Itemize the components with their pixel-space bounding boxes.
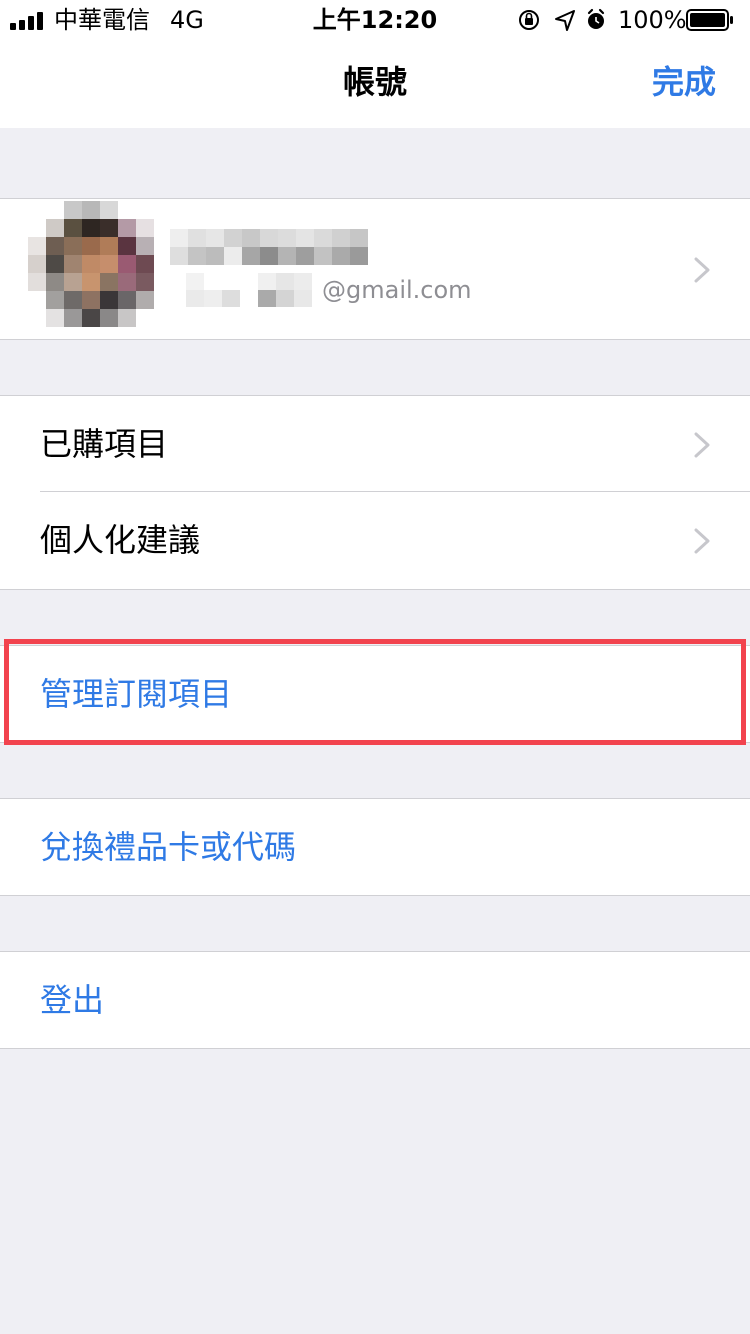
redeem-group: 兌換禮品卡或代碼 <box>0 798 750 896</box>
manage-subscriptions-cell[interactable]: 管理訂閱項目 <box>0 646 750 742</box>
personalized-recommendations-cell[interactable]: 個人化建議 <box>0 492 750 588</box>
account-email: @gmail.com <box>186 273 472 307</box>
personalized-recommendations-label: 個人化建議 <box>40 521 201 559</box>
sign-out-label: 登出 <box>40 981 105 1019</box>
page-title: 帳號 <box>342 63 407 101</box>
purchases-group: 已購項目 個人化建議 <box>0 395 750 590</box>
battery-icon <box>686 9 733 31</box>
subscriptions-group: 管理訂閱項目 <box>0 645 750 743</box>
chevron-right-icon <box>694 432 710 458</box>
account-name <box>170 229 368 265</box>
redeem-gift-card-label: 兌換禮品卡或代碼 <box>40 828 297 866</box>
status-icons <box>519 8 605 31</box>
location-icon <box>555 10 575 31</box>
email-domain: @gmail.com <box>322 276 472 304</box>
navigation-bar: 帳號 完成 <box>0 40 750 128</box>
account-cell[interactable]: @gmail.com <box>0 199 750 339</box>
manage-subscriptions-label: 管理訂閱項目 <box>40 675 233 713</box>
redeem-gift-card-cell[interactable]: 兌換禮品卡或代碼 <box>0 799 750 895</box>
purchased-items-label: 已購項目 <box>40 425 169 463</box>
purchased-items-cell[interactable]: 已購項目 <box>0 396 750 492</box>
status-bar: 中華電信 4G 上午12:20 100% <box>0 0 750 40</box>
alarm-icon <box>587 8 605 29</box>
chevron-right-icon <box>694 257 710 283</box>
battery-percent: 100% <box>618 6 687 34</box>
avatar <box>28 201 154 327</box>
account-group: @gmail.com <box>0 198 750 340</box>
done-button[interactable]: 完成 <box>652 62 716 102</box>
sign-out-cell[interactable]: 登出 <box>0 952 750 1048</box>
sign-out-group: 登出 <box>0 951 750 1049</box>
chevron-right-icon <box>694 528 710 554</box>
email-username-redacted <box>186 273 312 307</box>
orientation-lock-icon <box>519 10 539 30</box>
